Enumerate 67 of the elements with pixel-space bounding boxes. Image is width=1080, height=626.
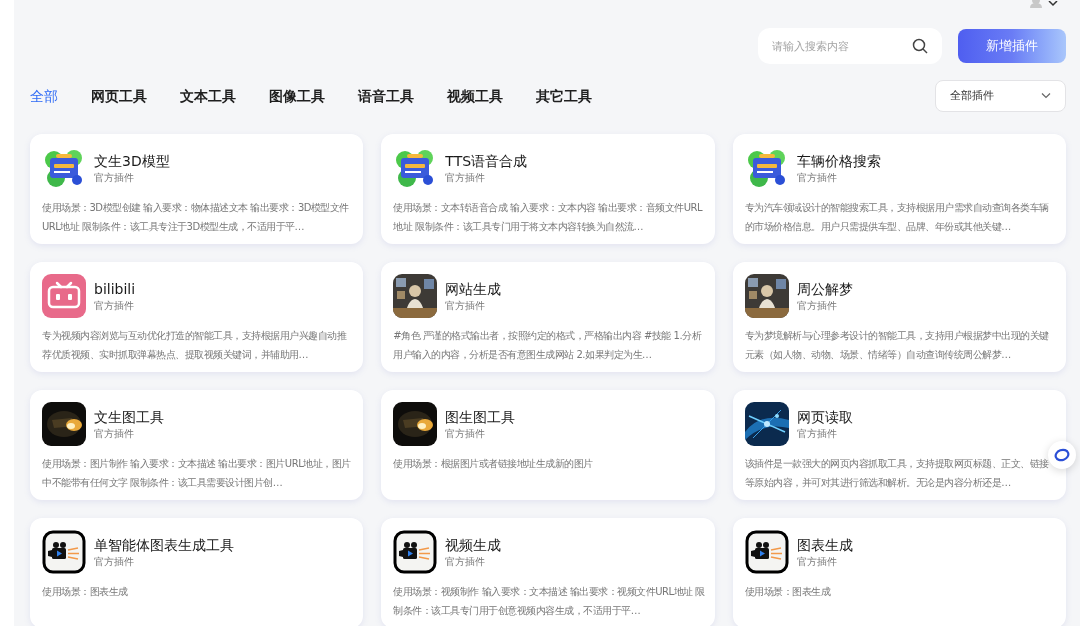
plugin-tag: 官方插件	[94, 555, 234, 569]
plugin-card[interactable]: 视频生成 官方插件 使用场景：视频制作 输入要求：文本描述 输出要求：视频文件URL地址 限制条件：该工具专门用于创意视频内容生成，不适用于平…	[381, 518, 715, 626]
plugin-tag: 官方插件	[796, 555, 853, 569]
search-field[interactable]: 请输入搜索内容	[758, 28, 942, 64]
plugin-tag: 官方插件	[796, 171, 881, 185]
plugin-name: 图生图工具	[445, 408, 516, 427]
ring-icon	[1054, 448, 1070, 462]
plugin-name: 图表生成	[796, 536, 853, 555]
plugin-name: bilibili	[94, 280, 136, 299]
video-camera-icon	[744, 530, 789, 574]
plugin-card[interactable]: 网站生成 官方插件 #角色 严谨的格式输出者，按照约定的格式，严格输出内容 #技能 1.分析用户输入的内容，分析是否有意图生成网站 2.如果判定为生…	[381, 262, 715, 372]
plugin-card[interactable]: bilibili 官方插件 专为视频内容浏览与互动优化打造的智能工具，支持根据用户兴趣自动推荐优质视频、实时抓取弹幕热点、提取视频关键词，并辅助用…	[30, 262, 364, 372]
plugin-name: 网站生成	[445, 280, 502, 299]
plugin-description: #角色 严谨的格式输出者，按照约定的格式，严格输出内容 #技能 1.分析用户输入的内容，分析是否有意图生成网站 2.如果判定为生…	[393, 329, 703, 362]
plugin-description: 使用场景：视频制作 输入要求：文本描述 输出要求：视频文件URL地址 限制条件：该工具专门用于创意视频内容生成，不适用于平…	[393, 585, 706, 618]
category-tab[interactable]: 全部	[30, 85, 58, 107]
plugin-card[interactable]: 图表生成 官方插件 使用场景：图表生成	[732, 518, 1066, 626]
plugin-tag: 官方插件	[445, 171, 528, 185]
plugin-card[interactable]: TTS语音合成 官方插件 使用场景：文本转语音合成 输入要求：文本内容 输出要求：音频文件URL地址 限制条件：该工具专门用于将文本内容转换为自然流…	[381, 134, 715, 244]
plugin-description: 专为视频内容浏览与互动优化打造的智能工具，支持根据用户兴趣自动推荐优质视频、实时抓取弹幕热点、提取视频关键词，并辅助用…	[42, 329, 348, 362]
plugin-card[interactable]: 文生图工具 官方插件 使用场景：图片制作 输入要求：文本描述 输出要求：图片URL地址，图片中不能带有任何文字 限制条件：该工具需要设计图片创…	[30, 390, 364, 500]
plugin-description: 使用场景：3D模型创建 输入要求：物体描述文本 输出要求：3D模型文件URL地址 限制条件：该工具专注于3D模型生成，不适用于平…	[42, 201, 350, 234]
plugin-tag: 官方插件	[94, 299, 136, 313]
plugin-description: 专为汽车领域设计的智能搜索工具，支持根据用户需求自动查询各类车辆的市场价格信息。用户只需提供车型、品牌、年份或其他关键…	[744, 201, 1050, 234]
video-camera-icon	[393, 530, 438, 574]
plugin-name: 视频生成	[445, 536, 502, 555]
category-tab[interactable]: 其它工具	[536, 85, 592, 107]
plugin-tag: 官方插件	[796, 299, 853, 313]
category-tab[interactable]: 视频工具	[447, 85, 503, 107]
assistant-float-button[interactable]	[1048, 441, 1076, 469]
chevron-down-icon	[1041, 93, 1051, 99]
plugin-description: 使用场景：文本转语音合成 输入要求：文本内容 输出要求：音频文件URL地址 限制条件：该工具专门用于将文本内容转换为自然流…	[393, 201, 704, 234]
plugin-name: 车辆价格搜索	[796, 152, 881, 171]
plugin-name: 文生图工具	[94, 408, 164, 427]
plugin-description: 专为梦境解析与心理参考设计的智能工具，支持用户根据梦中出现的关键元素（如人物、动物、场景、情绪等）自动查询传统周公解梦…	[744, 329, 1050, 362]
plugin-name: TTS语音合成	[445, 152, 528, 171]
plugin-tag: 官方插件	[445, 555, 502, 569]
plugin-description: 使用场景：根据图片或者链接地址生成新的图片	[393, 457, 594, 471]
plugin-name: 网页读取	[796, 408, 853, 427]
tv-icon	[42, 274, 86, 318]
plugin-tag: 官方插件	[94, 427, 164, 441]
search-icon	[912, 38, 928, 54]
plugin-description: 使用场景：图表生成	[744, 585, 832, 599]
plugin-card[interactable]: 车辆价格搜索 官方插件 专为汽车领域设计的智能搜索工具，支持根据用户需求自动查询各类车辆的市场价格信息。用户只需提供车型、品牌、年份或其他关键…	[732, 134, 1066, 244]
video-camera-icon	[42, 530, 86, 574]
plugin-card[interactable]: 网页读取 官方插件 该插件是一款强大的网页内容抓取工具，支持提取网页标题、正文、链接等原始内容，并可对其进行筛选和解析。无论是内容分析还是…	[732, 390, 1066, 500]
plugin-description: 使用场景：图表生成	[42, 585, 129, 599]
category-tab[interactable]: 网页工具	[91, 85, 147, 107]
plugin-tag: 官方插件	[94, 171, 170, 185]
chevron-down-icon[interactable]	[1048, 1, 1058, 7]
plugin-description: 使用场景：图片制作 输入要求：文本描述 输出要求：图片URL地址，图片中不能带有任何文字 限制条件：该工具需要设计图片创…	[42, 457, 352, 490]
category-tab[interactable]: 图像工具	[269, 85, 325, 107]
plugin-tag: 官方插件	[445, 299, 502, 313]
plugin-tag: 官方插件	[796, 427, 853, 441]
plugin-name: 文生3D模型	[94, 152, 170, 171]
plugin-card[interactable]: 文生3D模型 官方插件 使用场景：3D模型创建 输入要求：物体描述文本 输出要求：3D模型文件URL地址 限制条件：该工具专注于3D模型生成，不适用于平…	[30, 134, 364, 244]
plugin-card[interactable]: 图生图工具 官方插件 使用场景：根据图片或者链接地址生成新的图片	[381, 390, 715, 500]
plugin-card[interactable]: 单智能体图表生成工具 官方插件 使用场景：图表生成	[30, 518, 364, 626]
plugin-tag: 官方插件	[445, 427, 516, 441]
plugin-card[interactable]: 周公解梦 官方插件 专为梦境解析与心理参考设计的智能工具，支持用户根据梦中出现的关键元素（如人物、动物、场景、情绪等）自动查询传统周公解梦…	[732, 262, 1066, 372]
category-tab[interactable]: 语音工具	[358, 85, 414, 107]
add-plugin-button[interactable]: 新增插件	[958, 29, 1066, 63]
plugin-name: 单智能体图表生成工具	[94, 536, 234, 555]
plugin-filter-dropdown[interactable]: 全部插件	[935, 80, 1066, 112]
plugin-description: 该插件是一款强大的网页内容抓取工具，支持提取网页标题、正文、链接等原始内容，并可对其进行筛选和解析。无论是内容分析还是…	[744, 457, 1050, 490]
category-tab[interactable]: 文本工具	[180, 85, 236, 107]
plugin-name: 周公解梦	[796, 280, 853, 299]
